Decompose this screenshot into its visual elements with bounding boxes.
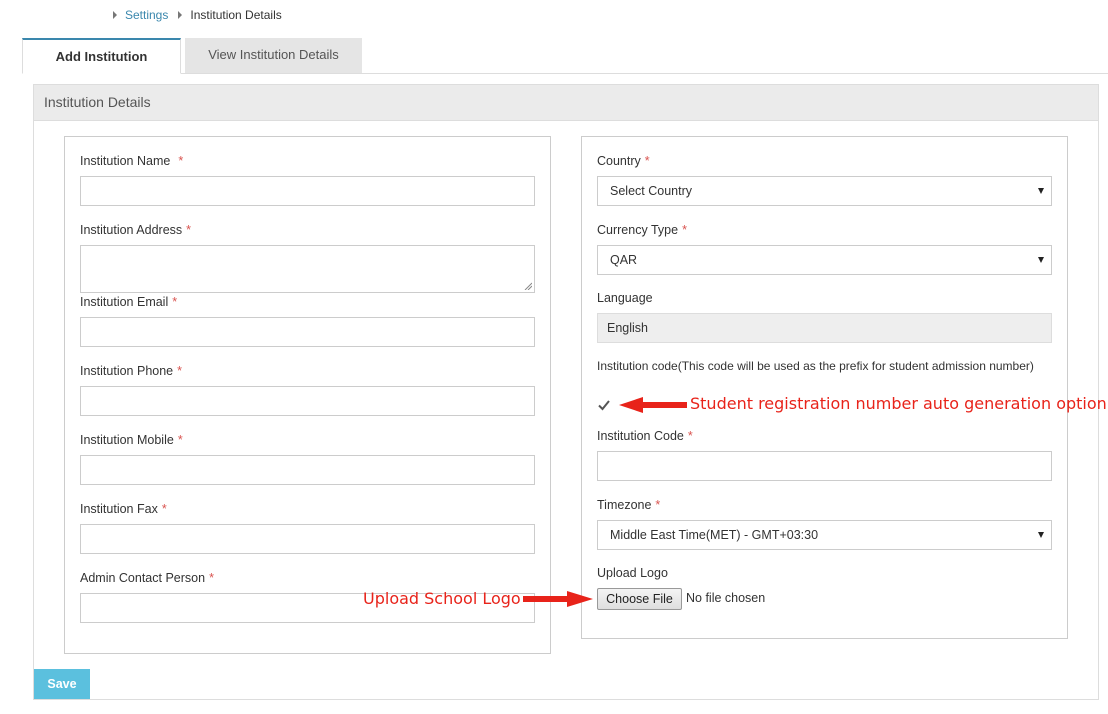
institution-mobile-input[interactable] bbox=[80, 455, 535, 485]
tab-view-institution-details[interactable]: View Institution Details bbox=[185, 38, 362, 73]
institution-email-input[interactable] bbox=[80, 317, 535, 347]
required-mark: * bbox=[177, 433, 183, 447]
language-value: English bbox=[607, 321, 648, 335]
upload-logo-label: Upload Logo bbox=[597, 566, 668, 580]
required-mark: * bbox=[209, 571, 214, 585]
institution-code-input[interactable] bbox=[597, 451, 1052, 481]
timezone-select-value: Middle East Time(MET) - GMT+03:30 bbox=[610, 528, 819, 542]
required-mark: * bbox=[161, 502, 167, 516]
currency-select-value: QAR bbox=[610, 253, 638, 267]
timezone-select[interactable]: Middle East Time(MET) - GMT+03:30 bbox=[597, 520, 1052, 550]
timezone-label: Timezone * bbox=[597, 498, 661, 512]
required-mark: * bbox=[644, 154, 650, 168]
admin-contact-person-label: Admin Contact Person * bbox=[80, 571, 214, 585]
breadcrumb-settings-link[interactable]: Settings bbox=[125, 8, 168, 22]
institution-fax-label: Institution Fax * bbox=[80, 502, 167, 516]
language-label: Language bbox=[597, 291, 653, 305]
arrow-left-icon bbox=[619, 397, 687, 413]
institution-address-textarea[interactable] bbox=[80, 245, 535, 293]
chevron-down-icon bbox=[1038, 257, 1044, 263]
required-mark: * bbox=[177, 364, 182, 378]
panel-title: Institution Details bbox=[34, 85, 1098, 121]
choose-file-button[interactable]: Choose File bbox=[597, 588, 682, 610]
tab-bar: Add Institution Details View Institution… bbox=[22, 38, 1108, 98]
currency-type-select[interactable]: QAR bbox=[597, 245, 1052, 275]
institution-phone-label: Institution Phone * bbox=[80, 364, 182, 378]
right-form-column bbox=[581, 136, 1068, 639]
required-mark: * bbox=[687, 429, 693, 443]
institution-code-label: Institution Code * bbox=[597, 429, 693, 443]
institution-phone-input[interactable] bbox=[80, 386, 535, 416]
save-button[interactable]: Save bbox=[34, 669, 90, 699]
institution-fax-input[interactable] bbox=[80, 524, 535, 554]
caret-right-icon bbox=[113, 11, 117, 19]
institution-name-input[interactable] bbox=[80, 176, 535, 206]
checkbox-annotation: Student registration number auto generat… bbox=[690, 394, 1108, 413]
institution-address-label: Institution Address * bbox=[80, 223, 192, 237]
arrow-right-icon bbox=[523, 591, 593, 607]
language-field: English bbox=[597, 313, 1052, 343]
institution-email-label: Institution Email * bbox=[80, 295, 178, 309]
resize-grip-icon[interactable] bbox=[524, 282, 532, 290]
required-mark: * bbox=[178, 154, 184, 168]
currency-type-label: Currency Type * bbox=[597, 223, 687, 237]
required-mark: * bbox=[172, 295, 178, 309]
country-label: Country * bbox=[597, 154, 650, 168]
required-mark: * bbox=[682, 223, 687, 237]
required-mark: * bbox=[186, 223, 192, 237]
institution-mobile-label: Institution Mobile * bbox=[80, 433, 183, 447]
institution-code-description: Institution code(This code will be used … bbox=[597, 359, 1034, 373]
breadcrumb-current: Institution Details bbox=[190, 8, 282, 22]
chevron-down-icon bbox=[1038, 188, 1044, 194]
tab-add-institution-details[interactable]: Add Institution Details bbox=[22, 38, 181, 98]
file-status-text: No file chosen bbox=[686, 591, 766, 605]
breadcrumb: Settings Institution Details bbox=[113, 8, 282, 22]
chevron-down-icon bbox=[1038, 532, 1044, 538]
upload-logo-annotation: Upload School Logo bbox=[363, 589, 521, 608]
institution-name-label: Institution Name * bbox=[80, 154, 184, 168]
required-mark: * bbox=[655, 498, 661, 512]
auto-generation-checkbox[interactable] bbox=[597, 398, 611, 412]
caret-right-icon bbox=[178, 11, 183, 19]
country-select-value: Select Country bbox=[610, 184, 692, 198]
country-select[interactable]: Select Country bbox=[597, 176, 1052, 206]
